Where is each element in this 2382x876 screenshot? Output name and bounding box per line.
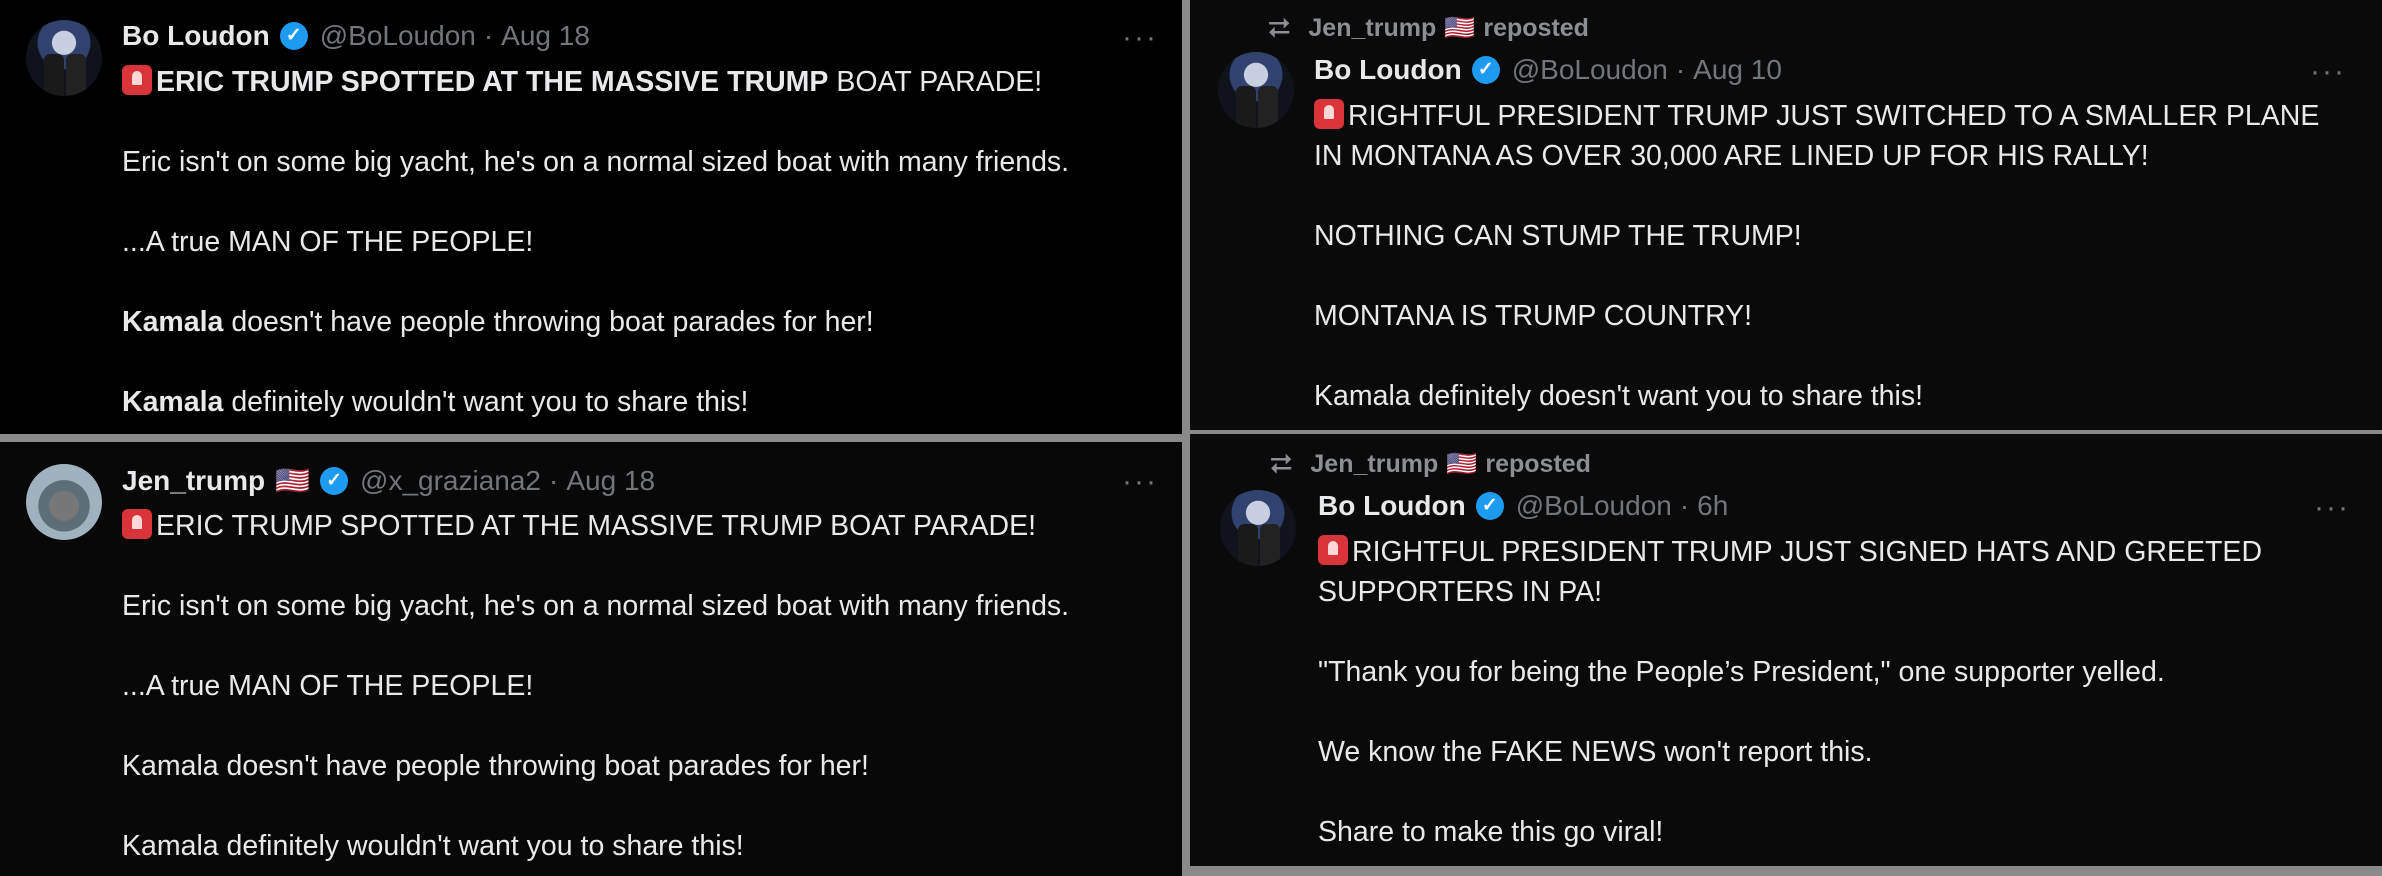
tweet-body: RIGHTFUL PRESIDENT TRUMP JUST SIGNED HAT…	[1318, 532, 2382, 852]
tweet-bottom-right[interactable]: ⮂ Jen_trump 🇺🇸 reposted Bo Loudon ✓ @BoL…	[1190, 434, 2382, 866]
author-name[interactable]: Bo Loudon	[122, 20, 270, 52]
us-flag-icon: 🇺🇸	[1446, 450, 1478, 478]
reposter-name[interactable]: Jen_trump	[1310, 450, 1438, 479]
verified-badge-icon: ✓	[1471, 56, 1500, 84]
verified-badge-icon: ✓	[279, 22, 308, 50]
author-name[interactable]: Jen_trump	[122, 465, 265, 497]
more-icon[interactable]: ···	[1122, 23, 1158, 53]
separator: ·	[549, 464, 559, 496]
tweet-paragraph: Kamala definitely wouldn't want you to s…	[122, 382, 1182, 422]
text: definitely wouldn't want you to share th…	[223, 386, 749, 418]
repost-banner: ⮂ Jen_trump 🇺🇸 reposted	[1270, 448, 1591, 481]
text: RIGHTFUL PRESIDENT TRUMP JUST SWITCHED T…	[1348, 100, 2320, 132]
tweet-paragraph: "Thank you for being the People’s Presid…	[1318, 656, 2165, 688]
tweet-bottom-left[interactable]: Jen_trump 🇺🇸 ✓ @x_graziana2 · Aug 18 ···…	[0, 442, 1182, 876]
tweet-header: Bo Loudon ✓ @BoLoudon · Aug 10	[1314, 54, 1782, 86]
author-name[interactable]: Bo Loudon	[1314, 54, 1462, 86]
tweet-body: RIGHTFUL PRESIDENT TRUMP JUST SWITCHED T…	[1314, 96, 2382, 416]
tweet-paragraph: ERIC TRUMP SPOTTED AT THE MASSIVE TRUMP …	[122, 506, 1182, 546]
reposted-label: reposted	[1483, 14, 1589, 42]
avatar[interactable]	[1218, 52, 1294, 128]
siren-emoji-icon	[1314, 99, 1344, 129]
us-flag-icon: 🇺🇸	[275, 465, 311, 496]
tweet-paragraph: MONTANA IS TRUMP COUNTRY!	[1314, 300, 1753, 332]
author-name[interactable]: Bo Loudon	[1318, 490, 1466, 522]
timestamp[interactable]: Aug 18	[501, 20, 590, 52]
tweet-paragraph: ...A true MAN OF THE PEOPLE!	[122, 226, 534, 258]
siren-emoji-icon	[122, 65, 152, 95]
text: RIGHTFUL PRESIDENT TRUMP JUST SIGNED HAT…	[1352, 536, 2263, 568]
timestamp[interactable]: Aug 18	[566, 465, 655, 497]
tweet-paragraph: We know the FAKE NEWS won't report this.	[1318, 736, 1873, 768]
tweet-paragraph: Kamala doesn't have people throwing boat…	[122, 302, 1182, 342]
text: BOAT PARADE!	[828, 66, 1043, 98]
text: ERIC TRUMP SPOTTED AT THE MASSIVE TRUMP …	[156, 510, 1036, 542]
siren-emoji-icon	[1318, 535, 1348, 565]
reposter-name[interactable]: Jen_trump	[1308, 14, 1436, 43]
tweet-paragraph: Kamala doesn't have people throwing boat…	[122, 750, 869, 782]
avatar[interactable]	[26, 20, 102, 96]
tweet-paragraph: Eric isn't on some big yacht, he's on a …	[122, 590, 1070, 622]
repost-banner: ⮂ Jen_trump 🇺🇸 reposted	[1268, 12, 1589, 45]
bold-text: Kamala	[122, 386, 224, 418]
text: SUPPORTERS IN PA!	[1318, 576, 1603, 608]
tweet-paragraph: Share to make this go viral!	[1318, 816, 1664, 848]
tweet-paragraph: Eric isn't on some big yacht, he's on a …	[122, 146, 1070, 178]
separator: ·	[1679, 490, 1690, 521]
text: doesn't have people throwing boat parade…	[223, 306, 874, 338]
siren-emoji-icon	[122, 509, 152, 539]
verified-badge-icon: ✓	[320, 466, 349, 495]
tweet-paragraph: ...A true MAN OF THE PEOPLE!	[122, 670, 534, 702]
separator: ·	[483, 20, 494, 51]
tweet-paragraph: ERIC TRUMP SPOTTED AT THE MASSIVE TRUMP …	[122, 62, 1182, 102]
author-handle[interactable]: @x_graziana2	[360, 465, 541, 497]
more-icon[interactable]: ···	[1122, 467, 1158, 497]
timestamp[interactable]: 6h	[1697, 490, 1728, 522]
author-handle[interactable]: @BoLoudon	[1516, 490, 1672, 522]
tweet-header: Bo Loudon ✓ @BoLoudon · 6h	[1318, 490, 1728, 522]
bold-text: Kamala	[122, 306, 224, 338]
tweet-top-right[interactable]: ⮂ Jen_trump 🇺🇸 reposted Bo Loudon ✓ @BoL…	[1190, 0, 2382, 430]
tweet-body: ERIC TRUMP SPOTTED AT THE MASSIVE TRUMP …	[122, 506, 1182, 866]
tweet-header: Bo Loudon ✓ @BoLoudon · Aug 18	[122, 20, 590, 52]
avatar[interactable]	[1220, 490, 1296, 566]
repost-icon: ⮂	[1270, 448, 1293, 479]
tweet-paragraph: Kamala definitely doesn't want you to sh…	[1314, 380, 1924, 412]
more-icon[interactable]: ···	[2310, 57, 2346, 87]
repost-icon: ⮂	[1268, 12, 1291, 43]
bold-text: ERIC TRUMP SPOTTED AT THE MASSIVE TRUMP	[156, 66, 829, 98]
tweet-body: ERIC TRUMP SPOTTED AT THE MASSIVE TRUMP …	[122, 62, 1182, 422]
avatar[interactable]	[26, 464, 102, 540]
author-handle[interactable]: @BoLoudon	[1512, 54, 1668, 86]
tweet-paragraph: Kamala definitely wouldn't want you to s…	[122, 830, 744, 862]
tweet-paragraph: RIGHTFUL PRESIDENT TRUMP JUST SIGNED HAT…	[1318, 532, 2382, 612]
reposted-label: reposted	[1485, 450, 1591, 478]
timestamp[interactable]: Aug 10	[1693, 54, 1782, 86]
tweet-header: Jen_trump 🇺🇸 ✓ @x_graziana2 · Aug 18	[122, 464, 655, 497]
verified-badge-icon: ✓	[1475, 492, 1504, 520]
us-flag-icon: 🇺🇸	[1444, 14, 1476, 42]
author-handle[interactable]: @BoLoudon	[320, 20, 476, 52]
tweet-top-left[interactable]: Bo Loudon ✓ @BoLoudon · Aug 18 ··· ERIC …	[0, 0, 1182, 434]
text: IN MONTANA AS OVER 30,000 ARE LINED UP F…	[1314, 140, 2149, 172]
tweet-paragraph: NOTHING CAN STUMP THE TRUMP!	[1314, 220, 1802, 252]
more-icon[interactable]: ···	[2314, 493, 2350, 523]
separator: ·	[1675, 54, 1686, 85]
tweet-paragraph: RIGHTFUL PRESIDENT TRUMP JUST SWITCHED T…	[1314, 96, 2382, 176]
